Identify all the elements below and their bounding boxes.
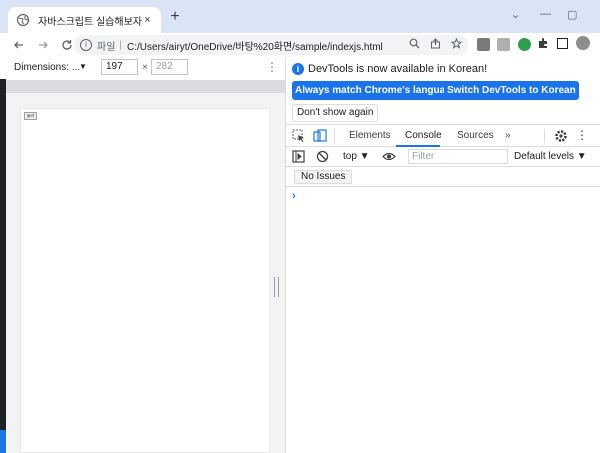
devtools-tab-bar: Elements Console Sources » ⋮ [286,125,600,147]
device-toolbar-toggle-icon[interactable] [313,129,327,143]
tab-console[interactable]: Console [405,130,442,141]
device-toolbar: Dimensions: ... ▼ 197 × 282 ⋮ [0,57,285,79]
tab-sources[interactable]: Sources [457,130,494,141]
console-prompt-icon[interactable]: › [292,190,296,202]
devtools-panel: i DevTools is now available in Korean! A… [285,57,600,453]
more-options-icon[interactable]: ⋮ [266,60,278,74]
emulated-page: 눌러 [20,108,270,453]
log-levels-label: Default levels [514,151,575,162]
clear-console-icon[interactable] [316,150,330,164]
context-selector[interactable]: top ▼ [343,151,370,162]
forward-arrow-icon[interactable] [36,38,50,52]
height-input[interactable]: 282 [151,59,188,75]
infobar-message: DevTools is now available in Korean! [308,63,488,75]
context-value: top [343,151,357,162]
dont-show-again-button[interactable]: Don't show again [292,104,379,122]
issues-counter[interactable]: No Issues [294,170,353,184]
dimension-separator: × [142,62,148,73]
browser-tab[interactable]: 자바스크립트 실습해보자 × [8,7,161,33]
console-toolbar: top ▼ Filter Default levels ▼ [286,147,600,167]
browser-toolbar: i 파일 | C:/Users/airyt/OneDrive/바탕%20화면/s… [0,33,600,57]
reload-icon[interactable] [60,38,74,52]
log-levels-dropdown[interactable]: Default levels ▼ [514,151,587,162]
extension-icon[interactable] [497,38,510,51]
viewport-resize-handle[interactable] [274,277,279,297]
back-arrow-icon[interactable] [12,38,26,52]
toolbar-divider [334,129,335,143]
extension-icon[interactable] [477,38,490,51]
url-separator: | [119,39,123,51]
more-tabs-icon[interactable]: » [505,130,511,141]
extension-icon[interactable] [518,38,531,51]
sidebar-toggle-icon[interactable] [292,150,306,164]
bookmark-star-icon[interactable] [450,37,463,52]
address-bar[interactable]: i 파일 | C:/Users/airyt/OneDrive/바탕%20화면/s… [74,35,468,55]
issues-bar: No Issues [286,167,600,187]
url-scheme-label: 파일 [97,41,116,53]
match-language-button[interactable]: Always match Chrome's language [292,81,460,100]
language-infobar: i DevTools is now available in Korean! A… [286,57,600,125]
extensions-puzzle-icon[interactable] [537,37,549,52]
close-tab-icon[interactable]: × [142,14,153,26]
dimensions-dropdown[interactable]: Dimensions: ... [14,62,80,73]
new-tab-button[interactable]: + [167,9,183,25]
avatar[interactable] [576,36,590,50]
side-panel-icon[interactable] [557,38,568,49]
maximize-icon[interactable]: ▢ [567,8,577,21]
tab-title: 자바스크립트 실습해보자 [38,16,142,28]
page-button[interactable]: 눌러 [24,112,37,120]
inspect-element-icon[interactable] [292,129,306,143]
switch-language-button[interactable]: Switch DevTools to Korean [444,81,579,100]
width-input[interactable]: 197 [101,59,138,75]
minimize-icon[interactable]: — [540,8,551,20]
url-text: C:/Users/airyt/OneDrive/바탕%20화면/sample/i… [127,41,383,53]
share-icon[interactable] [430,38,441,52]
console-filter-input[interactable]: Filter [408,149,508,164]
zoom-icon[interactable] [409,38,420,52]
tab-search-icon[interactable]: ⌄ [511,8,520,21]
live-expression-eye-icon[interactable] [382,150,396,164]
media-query-ruler[interactable] [6,80,285,93]
tab-elements[interactable]: Elements [349,130,391,141]
more-menu-icon[interactable]: ⋮ [576,128,590,142]
info-icon: i [292,63,304,75]
globe-icon [16,13,30,27]
tab-strip: 자바스크립트 실습해보자 × + ⌄ — ▢ [0,0,600,33]
dropdown-caret-icon[interactable]: ▼ [79,62,87,71]
toolbar-divider [544,129,545,143]
site-info-icon[interactable]: i [80,39,92,51]
settings-gear-icon[interactable] [554,129,568,143]
